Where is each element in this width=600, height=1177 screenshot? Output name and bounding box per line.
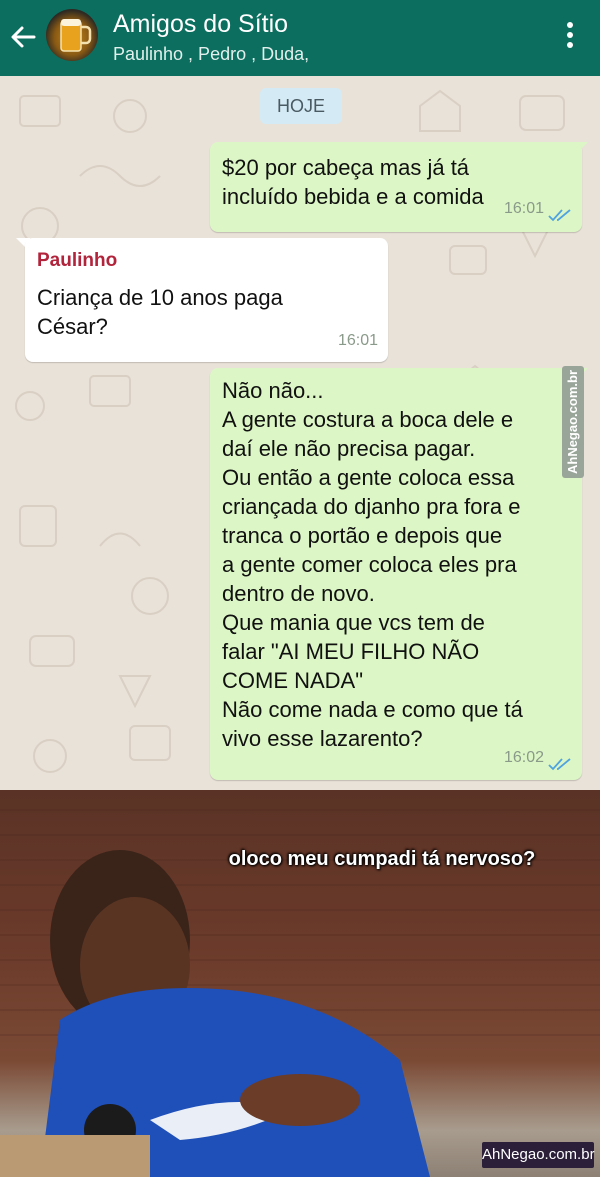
message-text: Não não... A gente costura a boca dele e… bbox=[222, 378, 523, 751]
message-time: 16:01 bbox=[337, 332, 378, 349]
message-text: Criança de 10 anos paga César? bbox=[37, 285, 283, 339]
chat-title[interactable]: Amigos do Sítio bbox=[113, 10, 288, 39]
chat-participants[interactable]: Paulinho , Pedro , Duda, bbox=[113, 44, 309, 65]
double-check-icon bbox=[548, 758, 571, 771]
message-time: 16:02 bbox=[503, 749, 544, 766]
watermark-text: AhNegao.com.br bbox=[565, 370, 580, 475]
group-avatar[interactable] bbox=[46, 9, 98, 61]
more-vertical-icon[interactable] bbox=[560, 22, 580, 52]
meme-image: oloco meu cumpadi tá nervoso? AhNegao.co… bbox=[0, 790, 600, 1177]
message-bubble-outgoing[interactable]: Não não... A gente costura a boca dele e… bbox=[210, 368, 582, 780]
meme-watermark: AhNegao.com.br bbox=[482, 1142, 595, 1168]
message-sender[interactable]: Paulinho bbox=[37, 246, 376, 275]
arrow-left-icon[interactable] bbox=[8, 22, 38, 52]
message-time: 16:01 bbox=[503, 200, 544, 217]
message-bubble-incoming[interactable]: Paulinho Criança de 10 anos paga César? … bbox=[25, 238, 388, 362]
message-bubble-outgoing[interactable]: $20 por cabeça mas já tá incluído bebida… bbox=[210, 142, 582, 232]
beer-mug-icon bbox=[60, 19, 92, 52]
date-separator: HOJE bbox=[260, 88, 342, 124]
meme-caption: oloco meu cumpadi tá nervoso? bbox=[228, 848, 536, 870]
chat-header: Amigos do Sítio Paulinho , Pedro , Duda, bbox=[0, 0, 600, 76]
watermark: AhNegao.com.br bbox=[562, 366, 584, 478]
chat-area[interactable]: HOJE $20 por cabeça mas já tá incluído b… bbox=[0, 76, 600, 790]
double-check-icon bbox=[548, 209, 571, 222]
